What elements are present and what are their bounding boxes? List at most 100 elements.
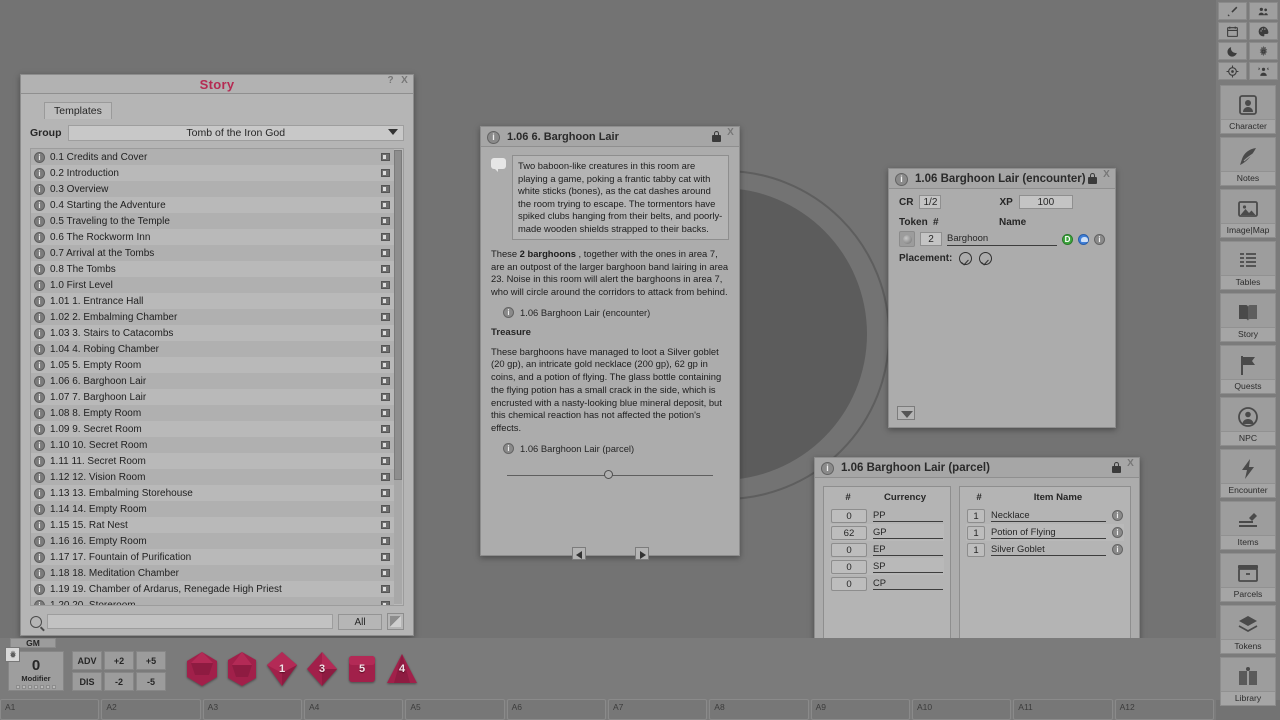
story-list-item[interactable]: i1.01 1. Entrance Hall: [31, 293, 394, 309]
hotbar-slot-a1[interactable]: A1: [0, 699, 99, 720]
share-icon[interactable]: [381, 425, 390, 433]
share-icon[interactable]: [381, 265, 390, 273]
story-list-item[interactable]: i1.04 4. Robing Chamber: [31, 341, 394, 357]
creature-count-field[interactable]: 2: [920, 232, 942, 246]
share-icon[interactable]: [381, 585, 390, 593]
die-d20[interactable]: [184, 651, 220, 687]
cr-field[interactable]: 1/2: [919, 195, 941, 209]
share-icon[interactable]: [381, 441, 390, 449]
sidebar-item-parcels[interactable]: Parcels: [1220, 553, 1276, 602]
help-button[interactable]: ?: [385, 76, 396, 88]
share-icon[interactable]: [381, 185, 390, 193]
close-button[interactable]: X: [1101, 170, 1112, 182]
close-button[interactable]: X: [1125, 459, 1136, 471]
group-select[interactable]: Tomb of the Iron God: [68, 125, 405, 141]
placement-check-1[interactable]: [959, 252, 972, 265]
lock-icon[interactable]: [1112, 462, 1121, 473]
story-list-item[interactable]: i0.4 Starting the Adventure: [31, 197, 394, 213]
palette-icon[interactable]: [1249, 22, 1278, 40]
story-list-item[interactable]: i1.20 20. Storeroom: [31, 597, 394, 606]
story-list-item[interactable]: i1.0 First Level: [31, 277, 394, 293]
story-list-item[interactable]: i1.08 8. Empty Room: [31, 405, 394, 421]
currency-row[interactable]: 0CP: [830, 575, 944, 592]
hotbar-slot-a10[interactable]: A10: [912, 699, 1011, 720]
share-icon[interactable]: [381, 521, 390, 529]
currency-amount-field[interactable]: 0: [831, 577, 867, 591]
item-count-field[interactable]: 1: [967, 543, 985, 557]
item-name-label[interactable]: Potion of Flying: [991, 526, 1106, 539]
hotbar-slot-a12[interactable]: A12: [1115, 699, 1214, 720]
hotbar-slot-a9[interactable]: A9: [811, 699, 910, 720]
target-icon[interactable]: [1218, 62, 1247, 80]
share-icon[interactable]: [381, 393, 390, 401]
share-icon[interactable]: [381, 601, 390, 606]
share-icon[interactable]: [381, 153, 390, 161]
story-list-item[interactable]: i1.14 14. Empty Room: [31, 501, 394, 517]
expand-encounter-button[interactable]: [897, 406, 915, 420]
share-icon[interactable]: [381, 489, 390, 497]
story-list-item[interactable]: i1.16 16. Empty Room: [31, 533, 394, 549]
hotbar-slot-a6[interactable]: A6: [507, 699, 606, 720]
encounter-row[interactable]: 2BarghoonDi: [899, 231, 1105, 247]
die-d12[interactable]: [224, 651, 260, 687]
share-icon[interactable]: [381, 553, 390, 561]
gear-icon[interactable]: [5, 647, 20, 662]
sidebar-item-tokens[interactable]: Tokens: [1220, 605, 1276, 654]
share-icon[interactable]: [381, 217, 390, 225]
modifier-button-adv[interactable]: ADV: [72, 651, 102, 670]
tab-templates[interactable]: Templates: [44, 102, 112, 119]
story-window-titlebar[interactable]: Story ? X: [21, 75, 413, 94]
share-icon[interactable]: [381, 281, 390, 289]
story-list-item[interactable]: i1.02 2. Embalming Chamber: [31, 309, 394, 325]
story-list-scrollbar[interactable]: [394, 150, 402, 604]
hotbar-slot-a11[interactable]: A11: [1013, 699, 1112, 720]
story-detail-window[interactable]: i 1.06 6. Barghoon Lair X Two baboon-lik…: [480, 126, 740, 556]
story-list-item[interactable]: i1.07 7. Barghoon Lair: [31, 389, 394, 405]
effects-icon[interactable]: [1249, 62, 1278, 80]
encounter-link-row[interactable]: i 1.06 Barghoon Lair (encounter): [503, 307, 729, 318]
hotbar-slot-a3[interactable]: A3: [203, 699, 302, 720]
detail-slider[interactable]: [507, 470, 713, 482]
sidebar-item-encounter[interactable]: Encounter: [1220, 449, 1276, 498]
modifier-button-minus2[interactable]: -2: [104, 672, 134, 691]
hotbar-slot-a7[interactable]: A7: [608, 699, 707, 720]
info-icon[interactable]: i: [1112, 510, 1123, 521]
share-icon[interactable]: [381, 201, 390, 209]
story-list-item[interactable]: i0.5 Traveling to the Temple: [31, 213, 394, 229]
encounter-window[interactable]: i 1.06 Barghoon Lair (encounter) X CR 1/…: [888, 168, 1116, 428]
story-list-item[interactable]: i0.3 Overview: [31, 181, 394, 197]
story-list-item[interactable]: i1.03 3. Stairs to Catacombs: [31, 325, 394, 341]
share-icon[interactable]: [381, 329, 390, 337]
sidebar-item-npc[interactable]: NPC: [1220, 397, 1276, 446]
share-icon[interactable]: [381, 569, 390, 577]
currency-row[interactable]: 0PP: [830, 507, 944, 524]
modifier-button-minus5[interactable]: -5: [136, 672, 166, 691]
lock-icon[interactable]: [712, 131, 721, 142]
parcel-window-titlebar[interactable]: i 1.06 Barghoon Lair (parcel) X: [815, 458, 1139, 478]
gear-icon[interactable]: [1249, 42, 1278, 60]
share-icon[interactable]: [381, 473, 390, 481]
story-list-item[interactable]: i1.06 6. Barghoon Lair: [31, 373, 394, 389]
next-page-button[interactable]: [635, 547, 649, 560]
modifier-button-dis[interactable]: DIS: [72, 672, 102, 691]
item-count-field[interactable]: 1: [967, 509, 985, 523]
share-icon[interactable]: [381, 345, 390, 353]
item-row[interactable]: 1Silver Gobleti: [966, 541, 1124, 558]
story-list-item[interactable]: i0.2 Introduction: [31, 165, 394, 181]
hotbar-slot-a8[interactable]: A8: [709, 699, 808, 720]
share-icon[interactable]: [381, 233, 390, 241]
story-window[interactable]: Story ? X Templates Group Tomb of the Ir…: [20, 74, 414, 636]
sidebar-item-image-map[interactable]: Image|Map: [1220, 189, 1276, 238]
currency-row[interactable]: 62GP: [830, 524, 944, 541]
previous-page-button[interactable]: [572, 547, 586, 560]
party-icon[interactable]: [1249, 2, 1278, 20]
currency-row[interactable]: 0SP: [830, 558, 944, 575]
slider-knob[interactable]: [604, 470, 613, 479]
close-button[interactable]: X: [725, 128, 736, 140]
creature-name-field[interactable]: Barghoon: [947, 233, 1057, 246]
share-icon[interactable]: [381, 361, 390, 369]
currency-amount-field[interactable]: 62: [831, 526, 867, 540]
story-list-item[interactable]: i1.09 9. Secret Room: [31, 421, 394, 437]
die-d8[interactable]: 3: [304, 651, 340, 687]
share-icon[interactable]: [381, 297, 390, 305]
